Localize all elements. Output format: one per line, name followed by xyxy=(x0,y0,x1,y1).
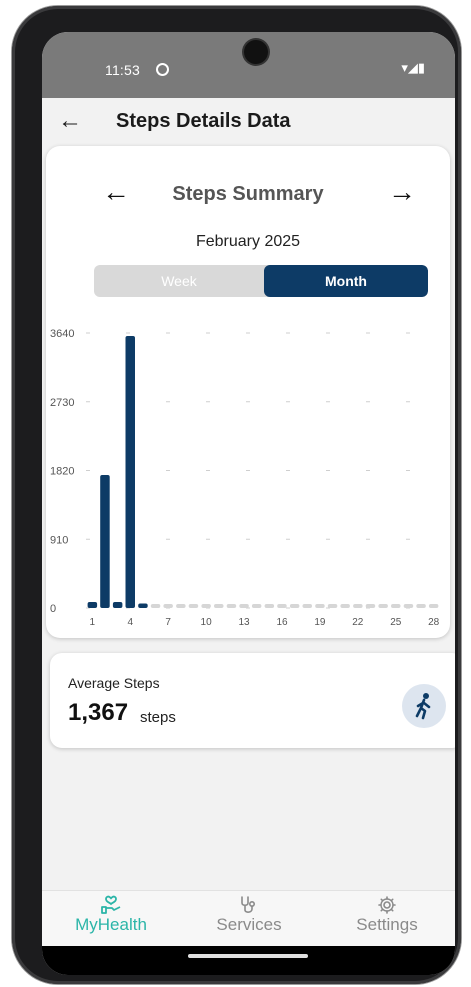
bar-15[interactable] xyxy=(264,604,275,608)
bar-10[interactable] xyxy=(201,604,211,608)
stethoscope-icon xyxy=(241,896,256,913)
camera-cutout xyxy=(244,40,268,64)
nav-item-myhealth[interactable]: MyHealth xyxy=(42,891,180,947)
bar-17[interactable] xyxy=(289,604,300,608)
x-tick-label: 22 xyxy=(352,617,364,628)
bar-9[interactable] xyxy=(188,604,199,608)
bar-28[interactable] xyxy=(428,604,439,608)
y-tick-label: 910 xyxy=(50,534,68,546)
y-tick-label: 1820 xyxy=(50,466,74,478)
status-icons: ▾◢▮ xyxy=(401,60,425,75)
bar-27[interactable] xyxy=(416,604,426,608)
bar-8[interactable] xyxy=(176,604,186,608)
bar-11[interactable] xyxy=(214,604,224,608)
bar-25[interactable] xyxy=(391,604,401,608)
nav-item-settings[interactable]: Settings xyxy=(318,891,455,947)
bar-16[interactable] xyxy=(277,604,287,608)
period-label: February 2025 xyxy=(195,233,301,250)
x-tick-label: 28 xyxy=(428,617,440,628)
x-tick-label: 13 xyxy=(238,617,250,628)
nav-label-settings: Settings xyxy=(356,915,418,934)
gesture-area xyxy=(42,946,455,975)
bar-18[interactable] xyxy=(302,604,313,608)
bar-3[interactable] xyxy=(112,602,123,608)
status-notification-icon xyxy=(156,63,169,76)
bar-2[interactable] xyxy=(100,475,110,608)
bar-14[interactable] xyxy=(251,604,262,608)
nav-item-services[interactable]: Services xyxy=(180,891,318,947)
bar-12[interactable] xyxy=(226,604,237,608)
app-bar: ← Steps Details Data xyxy=(42,98,455,150)
bar-24[interactable] xyxy=(378,604,388,608)
x-tick-label: 1 xyxy=(90,617,96,628)
bar-19[interactable] xyxy=(315,604,325,608)
bar-7[interactable] xyxy=(163,604,173,608)
x-tick-label: 25 xyxy=(390,617,402,628)
x-tick-label: 7 xyxy=(165,617,171,628)
y-tick-label: 2730 xyxy=(50,397,74,409)
back-button[interactable]: ← xyxy=(58,106,82,136)
bar-6[interactable] xyxy=(150,604,161,608)
steps-bar-chart: 0 910 1820 2730 3640 1 4 7 10 13 16 19 22 25 28 xyxy=(50,328,440,628)
average-steps-card: Average Steps 1,367 steps xyxy=(50,653,455,748)
hand-heart-icon xyxy=(101,895,121,914)
bar-22[interactable] xyxy=(353,604,363,608)
x-tick-label: 4 xyxy=(128,617,134,628)
status-bar: 11:53 ▾◢▮ xyxy=(42,32,455,98)
bar-21[interactable] xyxy=(340,604,350,608)
average-value: 1,367 xyxy=(68,699,129,726)
week-tab[interactable]: Week xyxy=(94,265,264,297)
bottom-navigation: MyHealth Services Settings xyxy=(42,890,455,947)
home-indicator[interactable] xyxy=(188,954,308,958)
y-tick-label: 0 xyxy=(50,603,56,615)
summary-title: Steps Summary xyxy=(172,183,324,205)
bar-1[interactable] xyxy=(87,602,98,608)
x-tick-label: 10 xyxy=(201,617,213,628)
bar-5[interactable] xyxy=(138,603,148,609)
bar-20[interactable] xyxy=(327,604,338,608)
y-tick-label: 3640 xyxy=(50,328,74,340)
x-tick-label: 19 xyxy=(314,617,326,628)
average-label: Average Steps xyxy=(68,675,160,691)
month-tab[interactable]: Month xyxy=(264,265,428,297)
bar-4[interactable] xyxy=(125,336,136,608)
walking-icon xyxy=(402,684,446,728)
phone-frame: 11:53 ▾◢▮ ← Steps Details Data ← → Steps… xyxy=(12,6,461,984)
bar-13[interactable] xyxy=(239,604,249,608)
status-time: 11:53 xyxy=(105,62,140,78)
nav-label-myhealth: MyHealth xyxy=(75,915,147,934)
page-title: Steps Details Data xyxy=(116,110,291,132)
bar-23[interactable] xyxy=(365,604,376,608)
gear-icon xyxy=(378,896,396,914)
period-toggle: Week Month xyxy=(94,265,428,297)
nav-label-services: Services xyxy=(216,915,282,934)
x-tick-label: 16 xyxy=(276,617,288,628)
screen: 11:53 ▾◢▮ ← Steps Details Data ← → Steps… xyxy=(42,32,455,975)
average-unit: steps xyxy=(140,709,176,726)
steps-summary-card: ← → Steps Summary February 2025 Week Mon… xyxy=(46,146,450,638)
bar-26[interactable] xyxy=(403,604,414,608)
